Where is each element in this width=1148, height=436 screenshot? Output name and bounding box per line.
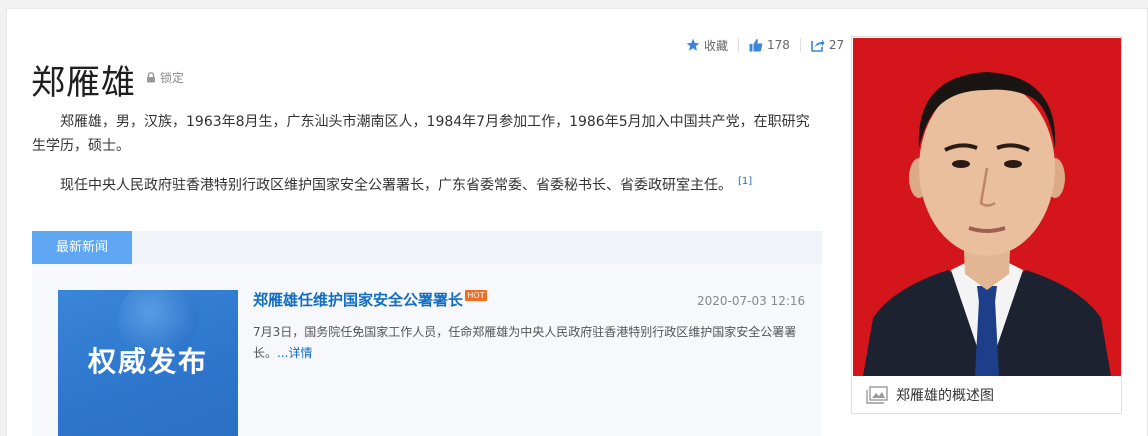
- portrait-illustration: [863, 72, 1111, 376]
- portrait-photo[interactable]: [853, 38, 1121, 376]
- gallery-icon: [866, 386, 888, 404]
- summary-photo-box: 郑雁雄的概述图: [851, 36, 1122, 414]
- news-tab-bar: 最新新闻: [32, 231, 822, 264]
- thumbs-up-icon: [749, 39, 763, 52]
- news-thumbnail-text: 权威发布: [87, 345, 208, 378]
- lock-indicator[interactable]: 锁定: [146, 69, 184, 86]
- lock-icon: [147, 72, 155, 83]
- lock-label: 锁定: [160, 71, 185, 85]
- entry-title: 郑雁雄: [31, 63, 136, 103]
- news-panel: 权威发布 郑雁雄任维护国家安全公署署长 HOT 2020-07-03 12:16…: [32, 264, 822, 436]
- favorite-button[interactable]: 收藏: [686, 37, 738, 54]
- share-button[interactable]: 27: [799, 38, 854, 52]
- like-count: 178: [767, 38, 790, 52]
- intro-paragraph-2-text: 现任中央人民政府驻香港特别行政区维护国家安全公署署长，广东省委常委、省委秘书长、…: [60, 177, 732, 194]
- reference-link[interactable]: [1]: [738, 176, 752, 187]
- hot-badge: HOT: [465, 290, 487, 301]
- news-summary-text: 7月3日，国务院任免国家工作人员，任命郑雁雄为中央人民政府驻香港特别行政区维护国…: [253, 325, 797, 360]
- like-button[interactable]: 178: [738, 38, 800, 52]
- photo-caption-link[interactable]: 郑雁雄的概述图: [866, 385, 994, 405]
- star-icon: [686, 38, 700, 51]
- favorite-label: 收藏: [704, 38, 729, 53]
- news-summary: 7月3日，国务院任免国家工作人员，任命郑雁雄为中央人民政府驻香港特别行政区维护国…: [253, 322, 798, 364]
- news-date: 2020-07-03 12:16: [697, 294, 806, 308]
- share-count: 27: [828, 38, 845, 52]
- action-bar: 收藏 178 27: [686, 36, 854, 54]
- news-more-link[interactable]: ...详情: [277, 346, 312, 360]
- share-icon: [811, 39, 825, 52]
- photo-caption: 郑雁雄的概述图: [896, 388, 994, 404]
- news-headline[interactable]: 郑雁雄任维护国家安全公署署长: [253, 289, 463, 310]
- news-thumbnail[interactable]: 权威发布: [58, 290, 238, 436]
- intro-paragraph-2: 现任中央人民政府驻香港特别行政区维护国家安全公署署长，广东省委常委、省委秘书长、…: [32, 170, 822, 198]
- intro-paragraph-1: 郑雁雄，男，汉族，1963年8月生，广东汕头市潮南区人，1984年7月参加工作，…: [32, 114, 810, 154]
- tab-latest-news[interactable]: 最新新闻: [32, 231, 132, 264]
